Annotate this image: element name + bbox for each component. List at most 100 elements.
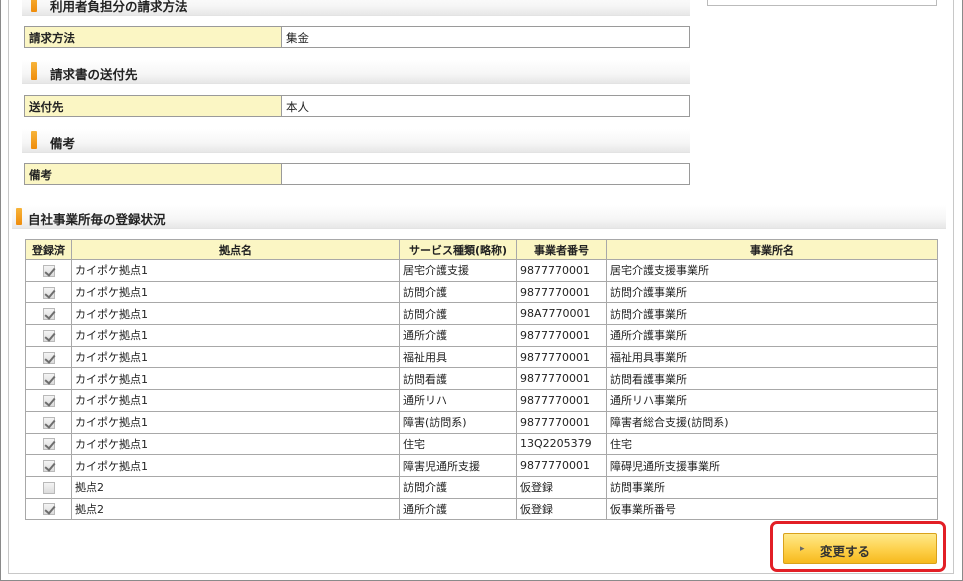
office-name-cell: 訪問事業所 xyxy=(606,475,938,499)
side-panel-edge xyxy=(707,0,937,6)
service-type-cell: 通所リハ xyxy=(399,389,517,412)
service-type-cell: 訪問介護 xyxy=(399,280,517,304)
field-value: 集金 xyxy=(286,31,309,45)
registered-cell xyxy=(25,475,72,499)
office-name-cell: 訪問介護事業所 xyxy=(606,302,938,326)
office-name-cell: 障碍児通所支援事業所 xyxy=(606,454,938,477)
registered-cell xyxy=(25,324,72,347)
service-type-cell: 訪問介護 xyxy=(399,302,517,326)
base-name-cell: カイポケ拠点1 xyxy=(71,367,400,391)
registered-checkbox[interactable] xyxy=(42,264,55,277)
provider-number-cell: 9877770001 xyxy=(516,367,607,391)
registered-cell xyxy=(25,280,72,304)
registered-cell xyxy=(25,367,72,391)
base-name-cell: 拠点2 xyxy=(71,475,400,499)
section-header-billing-method: 利用者負担分の請求方法 xyxy=(22,0,690,16)
section-header-invoice-destination: 請求書の送付先 xyxy=(22,60,690,84)
field-label: 送付先 xyxy=(25,96,282,116)
registered-cell xyxy=(25,345,72,369)
registered-cell xyxy=(25,497,72,521)
provider-number-cell: 13Q2205379 xyxy=(516,432,607,456)
provider-number-cell: 9877770001 xyxy=(516,259,607,282)
section-title: 自社事業所毎の登録状況 xyxy=(28,212,166,227)
registered-checkbox[interactable] xyxy=(42,286,55,299)
column-header-service-type: サービス種類(略称) xyxy=(399,239,517,260)
registered-checkbox[interactable] xyxy=(42,481,55,494)
provider-number-cell: 9877770001 xyxy=(516,454,607,477)
column-header-base-name: 拠点名 xyxy=(71,239,400,260)
base-name-cell: カイポケ拠点1 xyxy=(71,432,400,456)
base-name-cell: カイポケ拠点1 xyxy=(71,280,400,304)
column-header-provider-number: 事業者番号 xyxy=(516,239,607,260)
registered-checkbox[interactable] xyxy=(42,373,55,386)
column-header-office-name: 事業所名 xyxy=(606,239,938,260)
registered-cell xyxy=(25,302,72,326)
table-row: カイポケ拠点1 訪問看護 9877770001 訪問看護事業所 xyxy=(25,367,938,391)
registered-checkbox[interactable] xyxy=(42,460,55,473)
registered-checkbox[interactable] xyxy=(42,394,55,407)
service-type-cell: 福祉用具 xyxy=(399,345,517,369)
registered-checkbox[interactable] xyxy=(42,351,55,364)
office-name-cell: 通所リハ事業所 xyxy=(606,389,938,412)
table-row: カイポケ拠点1 障害(訪問系) 9877770001 障害者総合支援(訪問系) xyxy=(25,410,938,434)
change-button-label: 変更する xyxy=(820,544,871,559)
table-row: カイポケ拠点1 福祉用具 9877770001 福祉用具事業所 xyxy=(25,345,938,369)
provider-number-cell: 仮登録 xyxy=(516,497,607,521)
registered-checkbox[interactable] xyxy=(42,416,55,429)
office-name-cell: 居宅介護支援事業所 xyxy=(606,259,938,282)
field-label: 請求方法 xyxy=(25,27,282,47)
section-title: 請求書の送付先 xyxy=(50,67,138,82)
registered-checkbox[interactable] xyxy=(42,438,55,451)
table-row: カイポケ拠点1 訪問介護 9877770001 訪問介護事業所 xyxy=(25,280,938,304)
registered-checkbox[interactable] xyxy=(42,503,55,516)
base-name-cell: カイポケ拠点1 xyxy=(71,345,400,369)
section-marker-icon xyxy=(31,62,37,80)
field-invoice-destination: 送付先 本人 xyxy=(24,95,690,117)
provider-number-cell: 9877770001 xyxy=(516,389,607,412)
table-row: 拠点2 通所介護 仮登録 仮事業所番号 xyxy=(25,497,938,521)
office-name-cell: 通所介護事業所 xyxy=(606,324,938,347)
service-type-cell: 訪問介護 xyxy=(399,475,517,499)
base-name-cell: カイポケ拠点1 xyxy=(71,324,400,347)
field-label: 備考 xyxy=(25,164,282,184)
provider-number-cell: 仮登録 xyxy=(516,475,607,499)
table-header-row: 登録済 拠点名 サービス種類(略称) 事業者番号 事業所名 xyxy=(25,239,938,260)
field-value xyxy=(282,164,689,184)
office-name-cell: 福祉用具事業所 xyxy=(606,345,938,369)
office-name-cell: 障害者総合支援(訪問系) xyxy=(606,410,938,434)
table-row: カイポケ拠点1 訪問介護 98A7770001 訪問介護事業所 xyxy=(25,302,938,326)
section-title: 利用者負担分の請求方法 xyxy=(50,0,188,14)
table-row: カイポケ拠点1 住宅 13Q2205379 住宅 xyxy=(25,432,938,456)
table-row: カイポケ拠点1 障害児通所支援 9877770001 障碍児通所支援事業所 xyxy=(25,454,938,477)
service-type-cell: 居宅介護支援 xyxy=(399,259,517,282)
office-name-cell: 仮事業所番号 xyxy=(606,497,938,521)
provider-number-cell: 98A7770001 xyxy=(516,302,607,326)
base-name-cell: カイポケ拠点1 xyxy=(71,259,400,282)
office-name-cell: 住宅 xyxy=(606,432,938,456)
section-header-registration: 自社事業所毎の登録状況 xyxy=(12,205,946,229)
change-button[interactable]: ▸ 変更する xyxy=(783,533,937,564)
section-marker-icon xyxy=(16,208,22,225)
field-billing-method: 請求方法 集金 xyxy=(24,26,690,48)
service-type-cell: 訪問看護 xyxy=(399,367,517,391)
registered-checkbox[interactable] xyxy=(42,329,55,342)
provider-number-cell: 9877770001 xyxy=(516,345,607,369)
service-type-cell: 通所介護 xyxy=(399,497,517,521)
registered-cell xyxy=(25,389,72,412)
table-row: カイポケ拠点1 通所介護 9877770001 通所介護事業所 xyxy=(25,324,938,347)
registered-cell xyxy=(25,259,72,282)
service-type-cell: 住宅 xyxy=(399,432,517,456)
provider-number-cell: 9877770001 xyxy=(516,324,607,347)
base-name-cell: カイポケ拠点1 xyxy=(71,389,400,412)
section-marker-icon xyxy=(31,131,37,149)
provider-number-cell: 9877770001 xyxy=(516,280,607,304)
registration-table: 登録済 拠点名 サービス種類(略称) 事業者番号 事業所名 カイポケ拠点1 居宅介… xyxy=(25,239,938,521)
table-row: カイポケ拠点1 居宅介護支援 9877770001 居宅介護支援事業所 xyxy=(25,259,938,282)
registered-cell xyxy=(25,432,72,456)
table-row: カイポケ拠点1 通所リハ 9877770001 通所リハ事業所 xyxy=(25,389,938,412)
section-title: 備考 xyxy=(50,136,76,151)
base-name-cell: カイポケ拠点1 xyxy=(71,302,400,326)
registered-checkbox[interactable] xyxy=(42,308,55,321)
service-type-cell: 通所介護 xyxy=(399,324,517,347)
base-name-cell: カイポケ拠点1 xyxy=(71,410,400,434)
